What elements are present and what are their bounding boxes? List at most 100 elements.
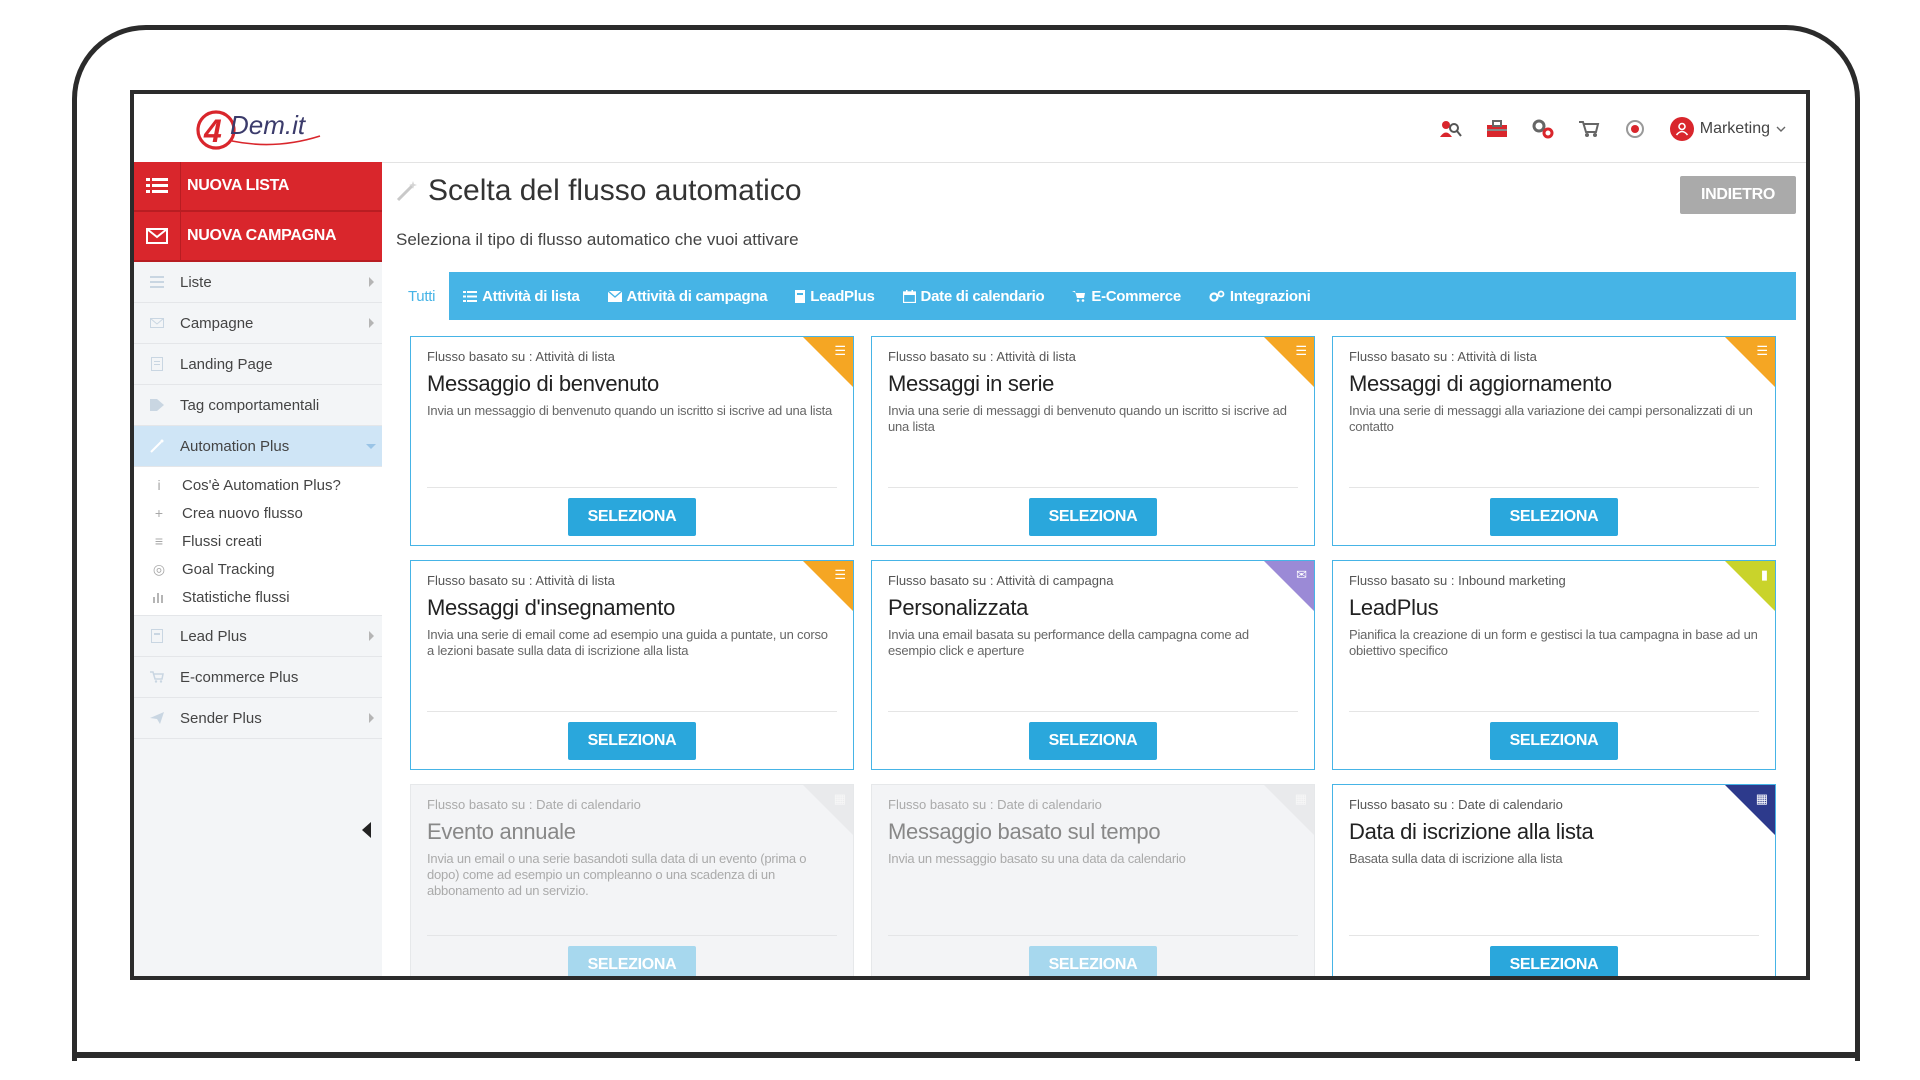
chevron-right-icon	[369, 713, 374, 723]
tab-label: Tutti	[408, 287, 436, 305]
flow-card-custom: ✉ Flusso basato su : Attività di campagn…	[871, 560, 1315, 770]
card-category: Flusso basato su : Attività di campagna	[888, 573, 1114, 588]
envelope-icon	[134, 318, 180, 328]
bar-chart-icon	[136, 591, 182, 603]
select-button[interactable]: SELEZIONA	[1029, 722, 1157, 760]
header-toolbar: Marketing	[1439, 112, 1786, 146]
select-button[interactable]: SELEZIONA	[1490, 722, 1618, 760]
list-icon: ☰	[1295, 343, 1307, 358]
select-button[interactable]: SELEZIONA	[568, 946, 696, 976]
select-button[interactable]: SELEZIONA	[568, 722, 696, 760]
card-category: Flusso basato su : Attività di lista	[1349, 349, 1537, 364]
card-divider	[888, 935, 1298, 936]
select-button[interactable]: SELEZIONA	[1490, 946, 1618, 976]
tab-ecommerce[interactable]: E-Commerce	[1058, 272, 1195, 320]
automation-submenu: i Cos'è Automation Plus? + Crea nuovo fl…	[134, 467, 382, 616]
sidebar-item-tag[interactable]: Tag comportamentali	[134, 385, 382, 426]
account-label: Marketing	[1699, 120, 1770, 137]
card-title: LeadPlus	[1349, 595, 1439, 620]
sidebar-item-landing-page[interactable]: Landing Page	[134, 344, 382, 385]
chevron-right-icon	[369, 318, 374, 328]
users-search-icon[interactable]	[1439, 118, 1462, 140]
collapse-sidebar-icon[interactable]	[362, 822, 371, 838]
card-divider	[427, 711, 837, 712]
submenu-item-label: Crea nuovo flusso	[182, 504, 303, 522]
sidebar: NUOVA LISTA NUOVA CAMPAGNA Liste Campagn…	[134, 162, 382, 976]
card-divider	[1349, 487, 1759, 488]
back-button[interactable]: INDIETRO	[1680, 176, 1796, 214]
card-title: Messaggio di benvenuto	[427, 371, 659, 396]
sidebar-item-ecommerce-plus[interactable]: E-commerce Plus	[134, 657, 382, 698]
select-button[interactable]: SELEZIONA	[1029, 946, 1157, 976]
form-icon	[134, 629, 180, 643]
submenu-item-label: Flussi creati	[182, 532, 263, 550]
new-list-button[interactable]: NUOVA LISTA	[134, 162, 382, 212]
new-campaign-button[interactable]: NUOVA CAMPAGNA	[134, 212, 382, 262]
cart-icon[interactable]	[1578, 118, 1600, 140]
sidebar-item-campagne[interactable]: Campagne	[134, 303, 382, 344]
form-icon: ▮	[1760, 567, 1768, 582]
submenu-item-what-is[interactable]: i Cos'è Automation Plus?	[136, 471, 382, 499]
plus-icon: +	[154, 505, 164, 521]
tab-leadplus[interactable]: LeadPlus	[781, 272, 888, 320]
envelope-icon: ✉	[1296, 567, 1307, 582]
tab-attivita-campagna[interactable]: Attività di campagna	[594, 272, 782, 320]
sidebar-item-label: Liste	[180, 273, 212, 291]
new-campaign-label: NUOVA CAMPAGNA	[187, 227, 337, 244]
tab-tutti[interactable]: Tutti	[394, 272, 450, 320]
lines-icon: ≡	[154, 533, 164, 549]
submenu-item-label: Goal Tracking	[182, 560, 275, 578]
submenu-item-created-flows[interactable]: ≡ Flussi creati	[136, 527, 382, 555]
paper-plane-icon	[134, 712, 180, 724]
submenu-item-label: Cos'è Automation Plus?	[182, 476, 341, 494]
calendar-icon: ▦	[1755, 791, 1768, 806]
chevron-right-icon	[369, 631, 374, 641]
sidebar-item-label: Campagne	[180, 314, 254, 332]
card-category: Flusso basato su : Date di calendario	[427, 797, 641, 812]
card-category: Flusso basato su : Attività di lista	[888, 349, 1076, 364]
avatar	[1669, 117, 1694, 141]
tab-label: LeadPlus	[810, 287, 875, 305]
list-icon	[134, 276, 180, 288]
select-button[interactable]: SELEZIONA	[1490, 498, 1618, 536]
card-category: Flusso basato su : Date di calendario	[1349, 797, 1563, 812]
card-description: Invia un messaggio basato su una data da…	[888, 851, 1186, 866]
card-description: Invia un messaggio di benvenuto quando u…	[427, 403, 833, 418]
select-button[interactable]: SELEZIONA	[1029, 498, 1157, 536]
card-divider	[1349, 935, 1759, 936]
submenu-item-stats[interactable]: Statistiche flussi	[136, 583, 382, 611]
card-description: Invia una email basata su performance de…	[888, 627, 1249, 658]
sidebar-item-liste[interactable]: Liste	[134, 262, 382, 303]
support-icon[interactable]	[1624, 118, 1646, 140]
magic-wand-icon	[396, 181, 417, 202]
briefcase-icon[interactable]	[1486, 118, 1508, 140]
envelope-icon	[607, 290, 622, 302]
list-icon: ☰	[1756, 343, 1768, 358]
account-menu[interactable]: Marketing	[1669, 117, 1786, 141]
sidebar-item-automation-plus[interactable]: Automation Plus	[134, 426, 382, 467]
submenu-item-goal-tracking[interactable]: ◎ Goal Tracking	[136, 555, 382, 583]
svg-text:4: 4	[203, 113, 222, 149]
flow-card-leadplus: ▮ Flusso basato su : Inbound marketing L…	[1332, 560, 1776, 770]
select-button[interactable]: SELEZIONA	[568, 498, 696, 536]
submenu-item-create-flow[interactable]: + Crea nuovo flusso	[136, 499, 382, 527]
sidebar-item-label: Landing Page	[180, 355, 273, 373]
tab-label: Date di calendario	[920, 287, 1045, 305]
tab-date-calendario[interactable]: Date di calendario	[889, 272, 1059, 320]
sidebar-item-lead-plus[interactable]: Lead Plus	[134, 616, 382, 657]
card-title: Messaggio basato sul tempo	[888, 819, 1161, 844]
card-description: Invia una serie di messaggi alla variazi…	[1349, 403, 1753, 434]
sidebar-item-sender-plus[interactable]: Sender Plus	[134, 698, 382, 739]
tab-attivita-lista[interactable]: Attività di lista	[449, 272, 593, 320]
sidebar-item-label: E-commerce Plus	[180, 668, 299, 686]
chevron-down-icon	[366, 444, 376, 449]
gears-icon[interactable]	[1532, 118, 1554, 140]
chevron-down-icon	[1776, 126, 1786, 132]
tab-label: Integrazioni	[1229, 287, 1311, 305]
tab-integrazioni[interactable]: Integrazioni	[1195, 272, 1325, 320]
brand-logo[interactable]: 4 Dem.it	[196, 106, 326, 152]
magic-wand-icon	[134, 439, 180, 453]
app-window: 4 Dem.it Marketing NUOVA LISTA NUOVA CAM…	[130, 90, 1810, 980]
list-icon	[134, 162, 181, 210]
card-description: Invia una serie di messaggi di benvenuto…	[888, 403, 1287, 434]
